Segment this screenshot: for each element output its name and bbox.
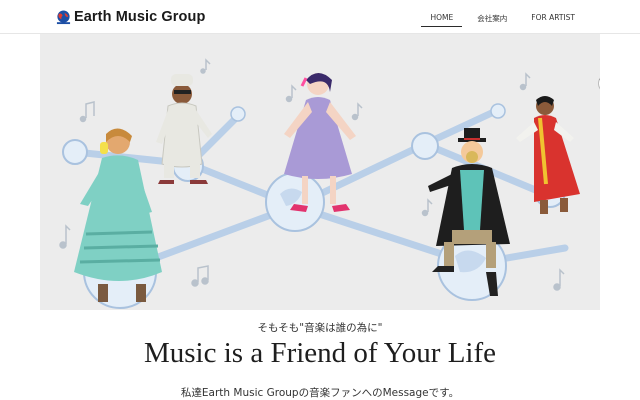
globe-icon <box>62 139 88 165</box>
chevron-up-icon <box>599 79 600 80</box>
brand-link[interactable]: Earth Music Group <box>56 7 205 27</box>
globe-icon <box>230 106 246 122</box>
hero-illustration <box>40 34 600 310</box>
globe-icon <box>265 172 325 232</box>
site-header: Earth Music Group HOME 会社案内 FOR ARTIST <box>0 0 640 34</box>
main-nav: HOME 会社案内 FOR ARTIST <box>415 13 584 27</box>
music-note-icon <box>421 198 433 217</box>
music-note-icon <box>79 101 95 123</box>
brand-name: Earth Music Group <box>74 9 206 25</box>
nav-company[interactable]: 会社案内 <box>468 13 516 27</box>
nav-for-artist[interactable]: FOR ARTIST <box>522 13 584 27</box>
music-note-icon <box>553 268 565 291</box>
figure-red-sari <box>516 96 580 214</box>
music-note-icon <box>519 72 531 91</box>
tagline: そもそも"音楽は誰の為に" <box>257 322 383 334</box>
nav-home[interactable]: HOME <box>421 13 463 27</box>
music-note-icon <box>191 265 209 287</box>
globe-icon <box>490 103 506 119</box>
music-note-icon <box>200 58 211 74</box>
music-note-icon <box>285 84 297 103</box>
globe-icon <box>411 132 439 160</box>
music-note-icon <box>59 224 71 249</box>
hero-artwork <box>59 58 580 309</box>
hero-title: Music is a Friend of Your Life <box>143 337 496 369</box>
earth-logo-icon <box>56 9 71 24</box>
message-text: 私達Earth Music Groupの音楽ファンへのMessageです。 <box>180 387 460 399</box>
music-note-icon <box>351 102 363 121</box>
